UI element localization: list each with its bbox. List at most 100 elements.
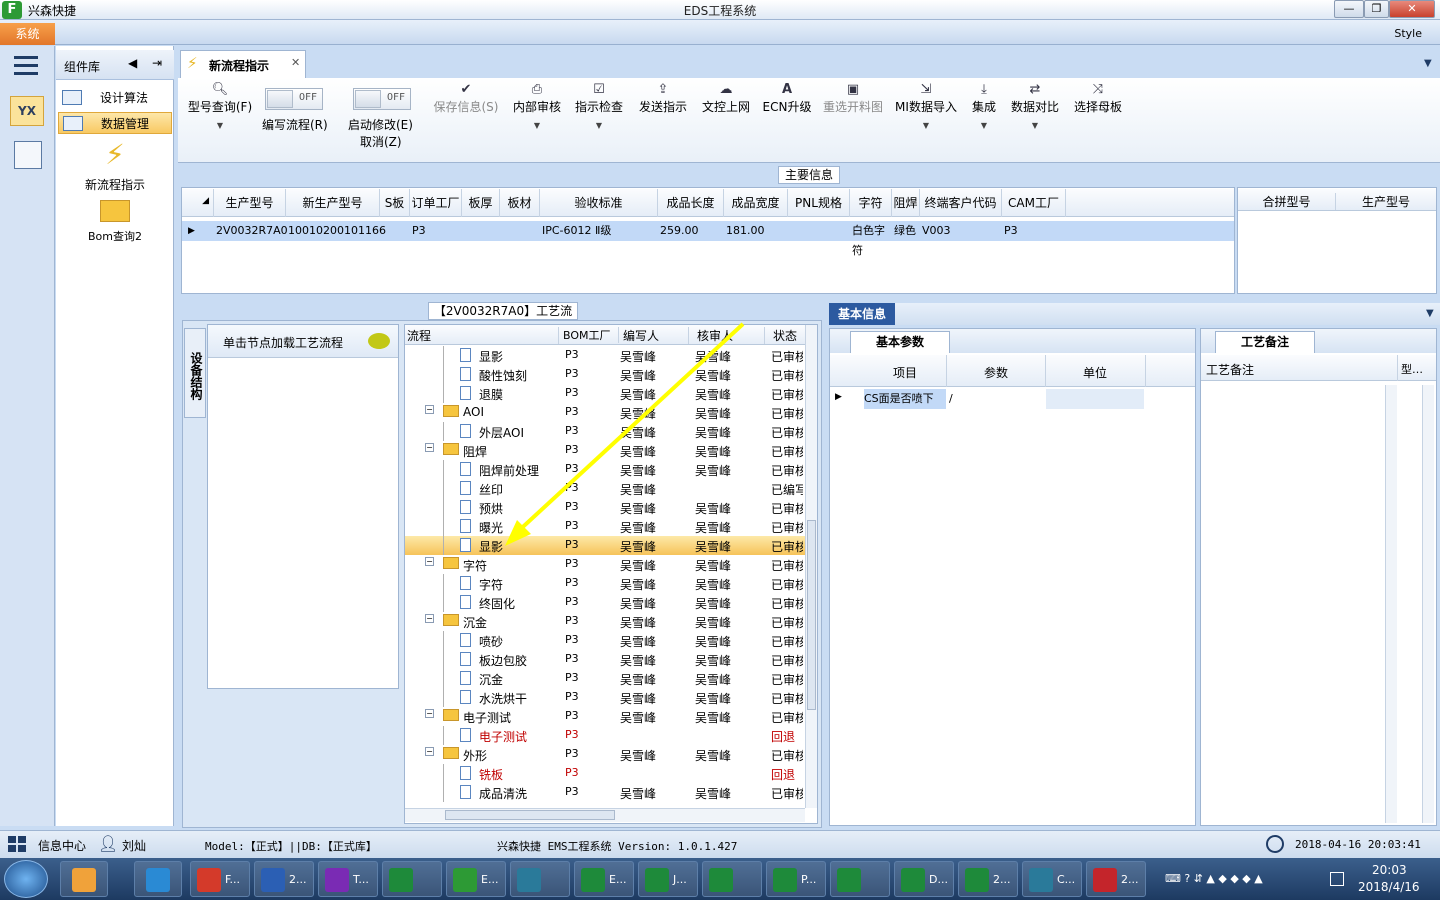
system-menu-button[interactable]: 系统 xyxy=(0,23,55,45)
process-tree-row[interactable]: 成品清洗 P3 吴雪峰 吴雪峰 已审核 xyxy=(405,783,805,802)
main-info-column-header[interactable]: 板材 xyxy=(500,189,540,217)
unit-column-header[interactable]: 单位 xyxy=(1046,364,1144,381)
model-query-button[interactable]: 🔍︎ 型号查询(F) ▼ xyxy=(184,82,256,130)
collapse-left-icon[interactable]: ◀ xyxy=(128,56,137,70)
remark-scrollbar-2[interactable] xyxy=(1422,385,1434,823)
taskbar-app-button[interactable]: P... xyxy=(766,861,826,897)
instruction-check-button[interactable]: ☑ 指示检查 ▼ xyxy=(572,82,626,130)
write-flow-toggle[interactable]: OFF xyxy=(265,88,323,110)
main-info-cell[interactable] xyxy=(462,221,500,241)
start-modify-toggle[interactable]: OFF xyxy=(353,88,411,110)
horizontal-scrollbar[interactable] xyxy=(405,808,805,822)
status-column-header[interactable]: 状态 xyxy=(773,327,797,344)
tab-dropdown-icon[interactable]: ▼ xyxy=(1424,58,1432,69)
main-info-cell[interactable] xyxy=(380,221,410,241)
network-icon[interactable] xyxy=(1330,872,1344,886)
tab-process-remark[interactable]: 工艺备注 xyxy=(1215,331,1315,353)
taskbar-app-button[interactable]: J... xyxy=(638,861,698,897)
save-info-button[interactable]: ✔ 保存信息(S) xyxy=(430,82,502,115)
main-info-cell[interactable]: 10010200101166 xyxy=(286,221,386,241)
taskbar-app-button[interactable]: 2... xyxy=(958,861,1018,897)
ecn-upgrade-button[interactable]: A ECN升级 xyxy=(762,82,812,115)
param-item-cell[interactable]: CS面是否喷下 xyxy=(864,389,946,409)
pin-icon[interactable]: ⇥ xyxy=(152,56,162,70)
type-column-header[interactable]: 型… xyxy=(1401,361,1423,377)
taskbar-app-button[interactable]: E... xyxy=(446,861,506,897)
process-tree-row[interactable]: 水洗烘干 P3 吴雪峰 吴雪峰 已审核 xyxy=(405,688,805,707)
item-column-header[interactable]: 项目 xyxy=(864,364,946,381)
main-info-cell[interactable]: IPC-6012 Ⅱ级 xyxy=(540,221,658,241)
close-tab-icon[interactable]: ✕ xyxy=(291,56,300,69)
merge-model-column-header[interactable]: 合拼型号 xyxy=(1238,193,1336,210)
main-info-column-header[interactable]: 板厚 xyxy=(462,189,500,217)
taskbar-app-button[interactable] xyxy=(382,861,442,897)
tray-icons[interactable]: ⌨ ? ⇵ ▲ ◆ ◆ ◆ ▲ xyxy=(1165,872,1315,886)
reselect-cut-image-button[interactable]: ▣ 重选开料图 xyxy=(820,82,886,115)
start-button[interactable] xyxy=(4,860,48,898)
remark-column-header[interactable]: 工艺备注 xyxy=(1206,361,1254,378)
mi-data-import-button[interactable]: ⇲ MI数据导入 ▼ xyxy=(894,82,958,130)
main-info-column-header[interactable]: 生产型号 xyxy=(214,189,286,217)
taskbar-app-button[interactable] xyxy=(134,861,182,897)
data-compare-button[interactable]: ⇄ 数据对比 ▼ xyxy=(1008,82,1062,130)
minimize-button[interactable]: — xyxy=(1334,0,1364,18)
remark-scrollbar[interactable] xyxy=(1385,385,1397,823)
cancel-modify-label[interactable]: 取消(Z) xyxy=(360,133,402,150)
collapse-icon[interactable]: − xyxy=(425,405,434,414)
taskbar-app-button[interactable]: 2... xyxy=(254,861,314,897)
collapse-icon[interactable]: − xyxy=(425,747,434,756)
windows-grid-icon[interactable] xyxy=(8,836,28,854)
process-tree-row[interactable]: − 电子测试 P3 吴雪峰 吴雪峰 已审核 xyxy=(405,707,805,726)
main-info-cell[interactable]: 绿色 xyxy=(892,221,920,241)
hint-row[interactable]: 单击节点加载工艺流程 xyxy=(208,325,398,358)
internal-review-button[interactable]: ⎙ 内部审核 ▼ xyxy=(510,82,564,130)
main-info-cell[interactable]: V003 xyxy=(920,221,1002,241)
main-info-column-header[interactable]: 字符 xyxy=(850,189,892,217)
process-tree-row[interactable]: 终固化 P3 吴雪峰 吴雪峰 已审核 xyxy=(405,593,805,612)
collapse-icon[interactable]: − xyxy=(425,443,434,452)
main-info-cell[interactable]: 2V0032R7A0 xyxy=(214,221,288,241)
main-info-column-header[interactable]: 订单工厂 xyxy=(410,189,462,217)
collapse-icon[interactable]: − xyxy=(425,614,434,623)
main-info-cell[interactable]: 259.00 xyxy=(658,221,724,241)
close-window-button[interactable]: ✕ xyxy=(1389,0,1435,18)
main-info-column-header[interactable]: 成品宽度 xyxy=(724,189,788,217)
process-tree-row[interactable]: − 外形 P3 吴雪峰 吴雪峰 已审核 xyxy=(405,745,805,764)
equipment-structure-tab[interactable]: 设备结构 xyxy=(184,328,206,418)
style-menu[interactable]: Style xyxy=(1394,27,1422,40)
taskbar-app-button[interactable]: E... xyxy=(574,861,634,897)
main-info-column-header[interactable]: 新生产型号 xyxy=(286,189,380,217)
basic-info-dropdown-icon[interactable]: ▼ xyxy=(1426,308,1434,319)
main-info-cell[interactable] xyxy=(788,221,850,241)
taskbar-app-button[interactable] xyxy=(702,861,762,897)
taskbar-app-button[interactable] xyxy=(60,861,108,897)
main-info-cell[interactable]: P3 xyxy=(410,221,462,241)
taskbar-app-button[interactable]: T... xyxy=(318,861,378,897)
taskbar-app-button[interactable] xyxy=(510,861,570,897)
factory-icon[interactable]: YX xyxy=(10,96,44,126)
menu-item-data-management[interactable]: 数据管理 xyxy=(58,112,172,134)
taskbar-app-button[interactable] xyxy=(830,861,890,897)
hamburger-menu-icon[interactable] xyxy=(14,56,38,76)
send-instruction-button[interactable]: ⇪ 发送指示 xyxy=(636,82,690,115)
integrate-button[interactable]: ⤓ 集成 ▼ xyxy=(966,82,1002,130)
process-tree-row[interactable]: − 沉金 P3 吴雪峰 吴雪峰 已审核 xyxy=(405,612,805,631)
process-tree-row[interactable]: 板边包胶 P3 吴雪峰 吴雪峰 已审核 xyxy=(405,650,805,669)
main-info-column-header[interactable]: 成品长度 xyxy=(658,189,724,217)
main-info-column-header[interactable]: 验收标准 xyxy=(540,189,658,217)
new-flow-item[interactable]: ⚡ 新流程指示 xyxy=(56,138,174,193)
collapse-icon[interactable]: − xyxy=(425,709,434,718)
param-value-cell[interactable]: / xyxy=(947,389,1045,409)
tab-new-flow[interactable]: ⚡ 新流程指示 ✕ xyxy=(180,50,306,78)
select-motherboard-button[interactable]: ⤨ 选择母板 xyxy=(1070,82,1126,115)
main-info-column-header[interactable]: 终端客户代码 xyxy=(920,189,1002,217)
clock-time[interactable]: 20:03 xyxy=(1372,863,1407,877)
taskbar-app-button[interactable]: D... xyxy=(894,861,954,897)
main-info-column-header[interactable]: CAM工厂 xyxy=(1002,189,1066,217)
main-info-column-header[interactable]: 阻焊 xyxy=(892,189,920,217)
doc-online-button[interactable]: ☁ 文控上网 xyxy=(698,82,754,115)
param-column-header[interactable]: 参数 xyxy=(947,364,1045,381)
vertical-scrollbar[interactable] xyxy=(805,325,817,808)
taskbar-app-button[interactable]: F... xyxy=(190,861,250,897)
info-center-link[interactable]: 信息中心 xyxy=(38,837,86,854)
